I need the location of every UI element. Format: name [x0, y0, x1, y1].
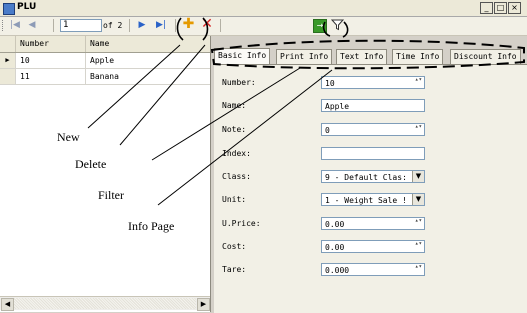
- number-label: Number:: [222, 78, 256, 87]
- tare-label: Tare:: [222, 265, 247, 274]
- index-field[interactable]: [321, 147, 425, 160]
- tare-value: 0.000: [325, 266, 350, 275]
- scroll-right-icon[interactable]: ▶: [197, 298, 210, 311]
- toolbar-separator: [129, 19, 130, 32]
- grid-header: Number Name: [0, 36, 210, 53]
- scroll-track[interactable]: [14, 298, 196, 309]
- count-label: of 2: [103, 21, 123, 30]
- number-value: 10: [325, 79, 335, 88]
- class-value: 9 - Default Clas:: [325, 173, 407, 182]
- add-new-icon[interactable]: ✚: [182, 17, 195, 31]
- move-first-icon[interactable]: |◀: [9, 19, 21, 31]
- row-selector[interactable]: ▶: [0, 53, 16, 68]
- spin-icon[interactable]: ▴▾: [414, 264, 423, 274]
- minimize-button[interactable]: _: [480, 2, 493, 14]
- toolbar-grip[interactable]: [2, 20, 5, 31]
- maximize-button[interactable]: □: [494, 2, 507, 14]
- cost-label: Cost:: [222, 242, 247, 251]
- cell-number[interactable]: 10: [15, 53, 85, 68]
- row-header-corner: [0, 36, 15, 52]
- tab-discount-info[interactable]: Discount Info: [450, 49, 521, 64]
- app-icon: [3, 3, 15, 15]
- tab-text-info[interactable]: Text Info: [336, 49, 388, 64]
- spin-icon[interactable]: ▴▾: [414, 77, 423, 87]
- name-field[interactable]: Apple: [321, 99, 425, 112]
- toolbar-separator: [220, 19, 221, 32]
- cell-name[interactable]: Apple: [85, 53, 210, 68]
- basic-info-panel: Number: 10 ▴▾ Name: Apple Note: 0 ▴▾ Ind…: [214, 64, 527, 313]
- go-icon[interactable]: →: [313, 19, 327, 33]
- move-last-icon[interactable]: ▶|: [155, 19, 167, 31]
- tab-print-info[interactable]: Print Info: [276, 49, 333, 64]
- binding-navigator-toolbar: |◀ ◀ 1 of 2 ▶ ▶| ✚ ✕ →: [0, 17, 527, 36]
- unit-select[interactable]: 1 - Weight Sale ! ▼: [321, 193, 425, 206]
- cell-name[interactable]: Banana: [85, 69, 210, 84]
- move-previous-icon[interactable]: ◀: [26, 19, 38, 31]
- index-label: Index:: [222, 149, 251, 158]
- note-field[interactable]: 0 ▴▾: [321, 123, 425, 136]
- window-title: PLU: [17, 2, 37, 12]
- column-header-number[interactable]: Number: [15, 36, 85, 52]
- table-row[interactable]: 11 Banana: [0, 69, 210, 85]
- spin-icon[interactable]: ▴▾: [414, 124, 423, 134]
- close-button[interactable]: ×: [508, 2, 521, 14]
- toolbar-separator: [175, 19, 176, 32]
- number-field[interactable]: 10 ▴▾: [321, 76, 425, 89]
- cost-value: 0.00: [325, 243, 345, 252]
- note-value: 0: [325, 126, 330, 135]
- class-label: Class:: [222, 172, 251, 181]
- info-tab-strip: Basic Info Print Info Text Info Time Inf…: [214, 48, 527, 64]
- title-bar: PLU _ □ ×: [0, 0, 527, 17]
- spin-icon[interactable]: ▴▾: [414, 218, 423, 228]
- tab-basic-info[interactable]: Basic Info: [214, 48, 271, 64]
- uprice-field[interactable]: 0.00 ▴▾: [321, 217, 425, 230]
- filter-icon[interactable]: [331, 18, 344, 31]
- tare-field[interactable]: 0.000 ▴▾: [321, 263, 425, 276]
- unit-label: Unit:: [222, 195, 247, 204]
- horizontal-scrollbar[interactable]: ◀ ▶: [0, 296, 210, 311]
- cost-field[interactable]: 0.00 ▴▾: [321, 240, 425, 253]
- move-next-icon[interactable]: ▶: [136, 19, 148, 31]
- spin-icon[interactable]: ▴▾: [414, 241, 423, 251]
- uprice-label: U.Price:: [222, 219, 261, 228]
- unit-value: 1 - Weight Sale !: [325, 196, 407, 205]
- note-label: Note:: [222, 125, 247, 134]
- delete-icon[interactable]: ✕: [201, 17, 213, 31]
- chevron-down-icon[interactable]: ▼: [412, 171, 424, 182]
- row-selector[interactable]: [0, 69, 16, 84]
- tab-time-info[interactable]: Time Info: [392, 49, 444, 64]
- class-select[interactable]: 9 - Default Clas: ▼: [321, 170, 425, 183]
- uprice-value: 0.00: [325, 220, 345, 229]
- toolbar-separator: [53, 19, 54, 32]
- position-input[interactable]: 1: [60, 19, 102, 32]
- plu-data-grid[interactable]: Number Name ▶ 10 Apple 11 Banana ◀ ▶: [0, 36, 210, 312]
- column-header-name[interactable]: Name: [85, 36, 210, 52]
- scroll-left-icon[interactable]: ◀: [1, 298, 14, 311]
- chevron-down-icon[interactable]: ▼: [412, 194, 424, 205]
- cell-number[interactable]: 11: [15, 69, 85, 84]
- table-row[interactable]: ▶ 10 Apple: [0, 53, 210, 69]
- name-label: Name:: [222, 101, 247, 110]
